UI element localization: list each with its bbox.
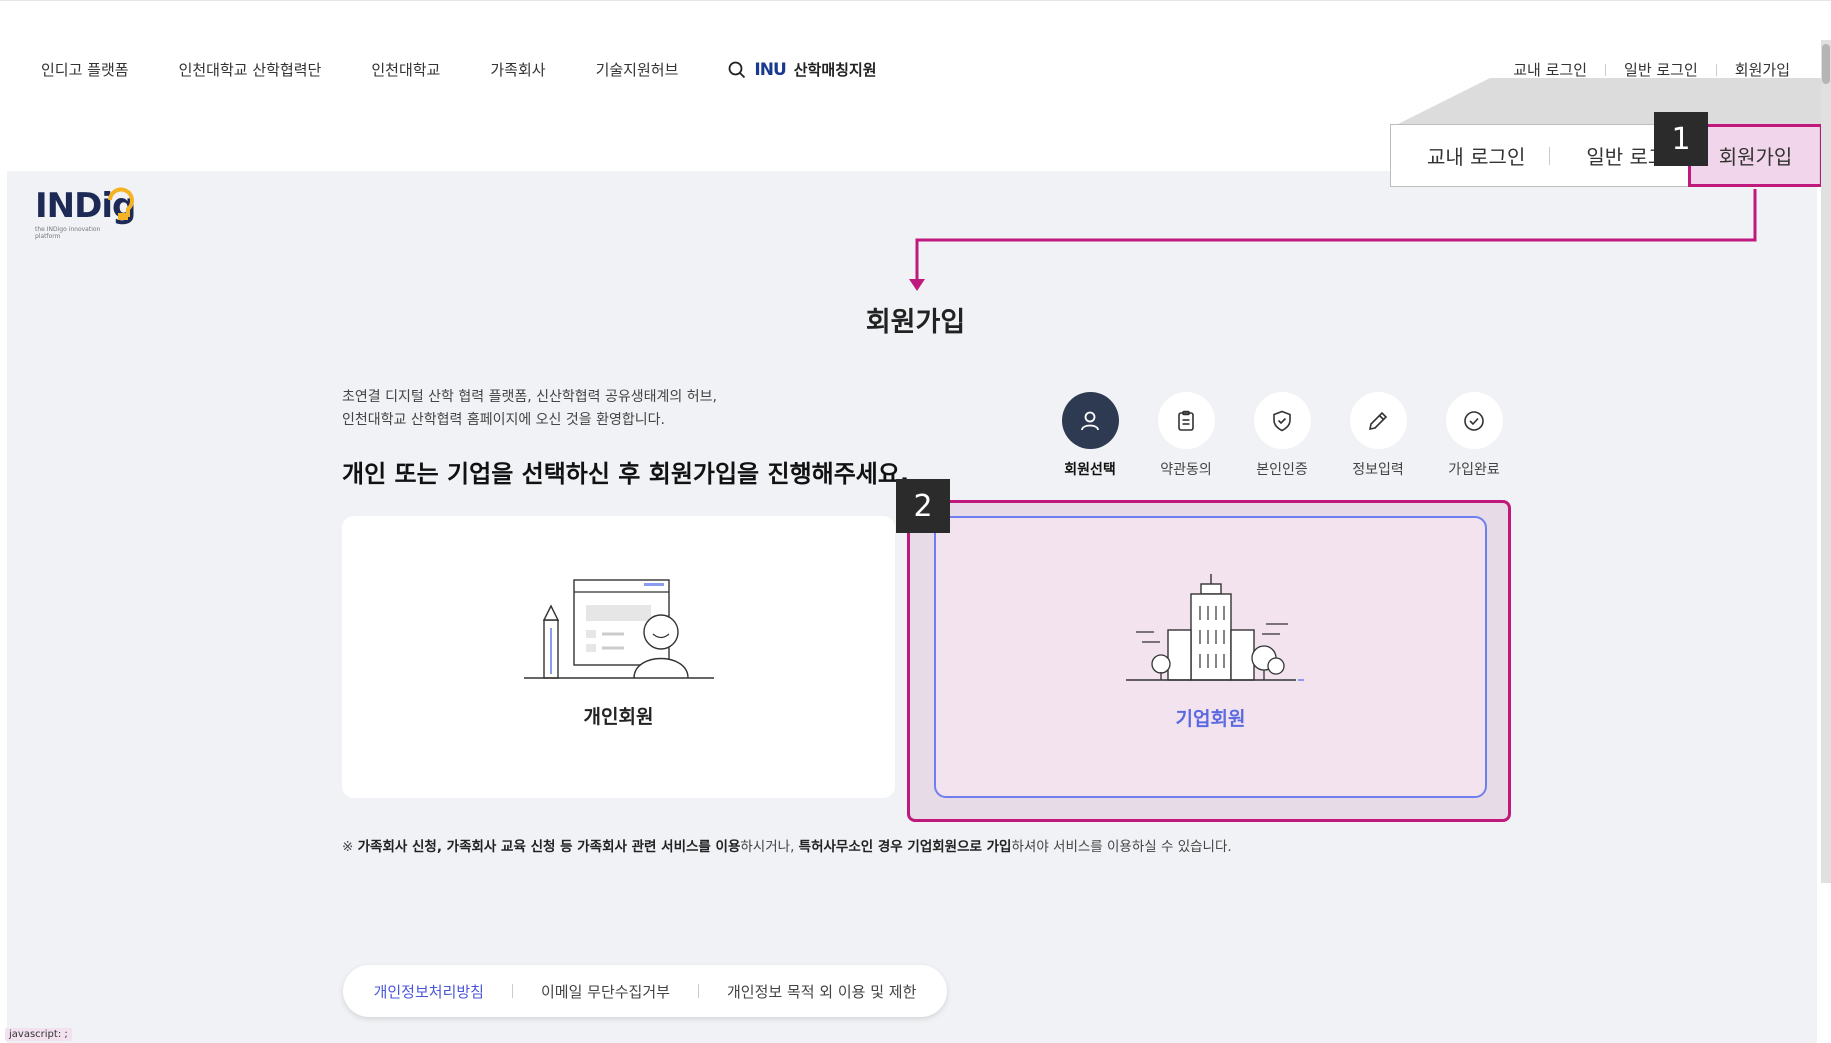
nav-links: 인디고 플랫폼 인천대학교 산학협력단 인천대학교 가족회사 기술지원허브 IN… bbox=[41, 59, 877, 80]
step-circle bbox=[1061, 392, 1119, 449]
nav-link-tech-hub[interactable]: 기술지원허브 bbox=[596, 59, 679, 80]
personal-illustration-icon bbox=[523, 579, 714, 679]
zoom-signup-highlight[interactable]: 회원가입 bbox=[1688, 124, 1823, 187]
step-badge-2: 2 bbox=[896, 479, 950, 533]
step-circle bbox=[1157, 392, 1215, 449]
step-info-input: 정보입력 bbox=[1330, 392, 1426, 479]
clipboard-icon bbox=[1178, 410, 1194, 431]
step-circle bbox=[1253, 392, 1311, 449]
person-icon bbox=[1081, 411, 1099, 430]
step-label: 회원선택 bbox=[1064, 462, 1116, 478]
corporate-building-icon bbox=[1125, 574, 1304, 681]
signup-steps: 회원선택 약관동의 본인인증 정보입력 가입완료 bbox=[1042, 392, 1522, 479]
privacy-policy-link[interactable]: 개인정보처리방침 bbox=[346, 981, 512, 1002]
nav-link-foundation[interactable]: 인천대학교 산학협력단 bbox=[179, 59, 322, 80]
intro-line-2: 인천대학교 산학협력 홈페이지에 오신 것을 환영합니다. bbox=[342, 412, 665, 428]
step-badge-1: 1 bbox=[1654, 112, 1708, 166]
zoom-signup-label: 회원가입 bbox=[1718, 145, 1793, 169]
step-circle bbox=[1445, 392, 1503, 449]
campus-login-link[interactable]: 교내 로그인 bbox=[1513, 59, 1587, 80]
nav-link-family-company[interactable]: 가족회사 bbox=[490, 59, 545, 80]
step-verification: 본인인증 bbox=[1234, 392, 1330, 479]
zoom-campus-login[interactable]: 교내 로그인 bbox=[1391, 141, 1525, 170]
notice-text-2: 하셔야 서비스를 이용하실 수 있습니다. bbox=[1011, 839, 1232, 855]
headline: 개인 또는 기업을 선택하신 후 회원가입을 진행해주세요. bbox=[342, 460, 910, 488]
pencil-icon bbox=[1368, 411, 1388, 430]
zoom-callout-wedge bbox=[1390, 78, 1831, 128]
footer-links: 개인정보처리방침 이메일 무단수집거부 개인정보 목적 외 이용 및 제한 bbox=[343, 965, 947, 1017]
divider bbox=[1605, 63, 1607, 76]
nav-link-university[interactable]: 인천대학교 bbox=[371, 59, 440, 80]
intro-text: 초연결 디지털 산학 협력 플랫폼, 신산학협력 공유생태계의 허브, 인천대학… bbox=[342, 386, 717, 432]
search-icon bbox=[728, 61, 746, 78]
status-bar-tooltip: javascript: ; bbox=[5, 1028, 72, 1041]
step-circle bbox=[1349, 392, 1407, 449]
logo-subtext: the INDigo innovation platform bbox=[35, 226, 101, 240]
corporate-member-label: 기업회원 bbox=[1175, 708, 1246, 730]
divider bbox=[1715, 63, 1717, 76]
step-label: 가입완료 bbox=[1448, 462, 1500, 478]
intro-line-1: 초연결 디지털 산학 협력 플랫폼, 신산학협력 공유생태계의 허브, bbox=[342, 389, 717, 405]
step-member-select: 회원선택 bbox=[1042, 392, 1138, 479]
privacy-usage-link[interactable]: 개인정보 목적 외 이용 및 제한 bbox=[699, 981, 944, 1002]
general-login-link[interactable]: 일반 로그인 bbox=[1624, 59, 1698, 80]
signup-link[interactable]: 회원가입 bbox=[1735, 59, 1790, 80]
lightbulb-icon bbox=[108, 187, 134, 220]
step-label: 정보입력 bbox=[1352, 462, 1404, 478]
corporate-member-card[interactable]: 기업회원 bbox=[934, 516, 1487, 798]
scrollbar-thumb[interactable] bbox=[1822, 44, 1830, 84]
inu-matching-link[interactable]: INU 산학매칭지원 bbox=[728, 59, 877, 80]
notice-text-1: 하시거나, bbox=[740, 839, 799, 855]
check-circle-icon bbox=[1464, 410, 1484, 431]
step-label: 약관동의 bbox=[1160, 462, 1212, 478]
inu-logo: INU bbox=[754, 59, 786, 80]
personal-member-card[interactable]: 개인회원 bbox=[342, 516, 895, 798]
notice-bold-2: 특허사무소인 경우 기업회원으로 가입 bbox=[798, 839, 1012, 855]
email-refusal-link[interactable]: 이메일 무단수집거부 bbox=[513, 981, 698, 1002]
step-complete: 가입완료 bbox=[1426, 392, 1522, 479]
notice-prefix: ※ bbox=[342, 839, 358, 855]
step-label: 본인인증 bbox=[1256, 462, 1308, 478]
notice-bold-1: 가족회사 신청, 가족회사 교육 신청 등 가족회사 관련 서비스를 이용 bbox=[357, 839, 741, 855]
step-terms: 약관동의 bbox=[1138, 392, 1234, 479]
page-scrollbar[interactable] bbox=[1821, 40, 1831, 883]
shield-check-icon bbox=[1273, 410, 1291, 431]
page-title: 회원가입 bbox=[865, 307, 966, 338]
auth-links: 교내 로그인 일반 로그인 회원가입 bbox=[1513, 59, 1790, 80]
notice-text: ※ 가족회사 신청, 가족회사 교육 신청 등 가족회사 관련 서비스를 이용하… bbox=[342, 835, 1232, 855]
inu-matching-label: 산학매칭지원 bbox=[793, 61, 877, 79]
personal-member-label: 개인회원 bbox=[583, 706, 654, 728]
nav-link-indigo[interactable]: 인디고 플랫폼 bbox=[41, 59, 129, 80]
